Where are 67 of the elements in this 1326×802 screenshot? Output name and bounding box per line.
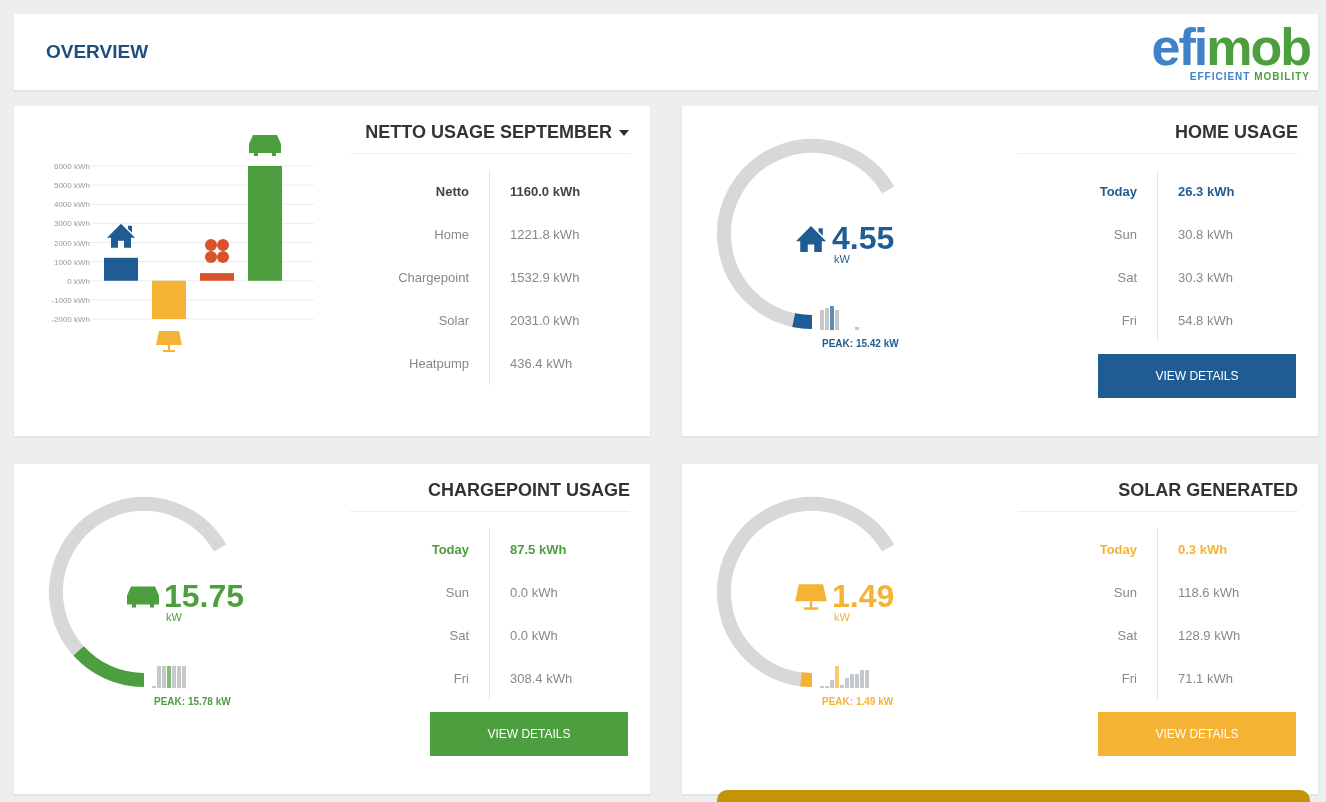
row-value: 118.6 kWh <box>1177 585 1240 600</box>
house-icon <box>107 223 135 248</box>
row-value: 71.1 kWh <box>1177 671 1233 686</box>
axis-label: 4000 kWh <box>53 200 90 210</box>
row-label: Solar <box>390 299 490 342</box>
unit-label: kW <box>834 611 850 623</box>
peak-label: PEAK: 15.42 kW <box>822 338 899 349</box>
card-title: HOME USAGE <box>1175 122 1298 143</box>
row-value: 0.0 kWh <box>509 585 558 600</box>
row-label: Sat <box>390 614 490 657</box>
row-label: Fri <box>1058 299 1158 342</box>
view-details-button[interactable]: VIEW DETAILS <box>430 712 628 756</box>
solar-panel-icon <box>156 331 182 352</box>
row-label: Today <box>1058 528 1158 571</box>
row-label: Home <box>390 213 490 256</box>
row-value: 30.8 kWh <box>1177 227 1233 242</box>
row-label: Heatpump <box>390 342 490 385</box>
view-details-button[interactable]: VIEW DETAILS <box>1098 354 1296 398</box>
power-reading: 4.55 <box>832 220 895 256</box>
row-label: Fri <box>390 657 490 700</box>
axis-label: -1000 kWh <box>51 295 90 305</box>
page-title: OVERVIEW <box>46 41 149 63</box>
row-value: 1532.9 kWh <box>509 270 580 285</box>
card-title: CHARGEPOINT USAGE <box>427 480 630 501</box>
row-label: Sat <box>1058 614 1158 657</box>
row-value: 87.5 kWh <box>509 542 567 557</box>
row-value: 308.4 kWh <box>509 671 573 686</box>
view-details-button[interactable]: VIEW DETAILS <box>1098 712 1296 756</box>
logo: efimob EFFICIENT MOBILITY <box>1151 22 1310 82</box>
row-value: 0.3 kWh <box>1177 542 1228 557</box>
row-label: Today <box>390 528 490 571</box>
row-label: Fri <box>1058 657 1158 700</box>
row-value: 436.4 kWh <box>509 356 573 371</box>
row-label: Sat <box>1058 256 1158 299</box>
row-label: Sun <box>390 571 490 614</box>
axis-label: 3000 kWh <box>53 219 90 229</box>
row-value: 0.0 kWh <box>509 628 558 643</box>
axis-label: -2000 kWh <box>51 315 90 324</box>
row-label: Chargepoint <box>390 256 490 299</box>
row-value: 26.3 kWh <box>1177 184 1235 199</box>
row-value: 1160.0 kWh <box>509 184 581 199</box>
row-value: 2031.0 kWh <box>509 313 580 328</box>
card-title: NETTO USAGE SEPTEMBER <box>365 122 612 143</box>
power-reading: 1.49 <box>832 578 895 614</box>
solar-panel-icon <box>794 581 828 612</box>
row-label: Sun <box>1058 213 1158 256</box>
row-value: 54.8 kWh <box>1177 313 1233 328</box>
axis-label: 0 kWh <box>67 276 90 286</box>
row-value: 30.3 kWh <box>1177 270 1233 285</box>
row-value: 128.9 kWh <box>1177 628 1241 643</box>
peak-label: PEAK: 15.78 kW <box>154 696 231 707</box>
row-label: Today <box>1058 170 1158 213</box>
axis-label: 5000 kWh <box>53 181 90 191</box>
unit-label: kW <box>166 611 182 623</box>
row-label: Sun <box>1058 571 1158 614</box>
row-label: Netto <box>390 170 490 213</box>
row-value: 1221.8 kWh <box>509 227 580 242</box>
unit-label: kW <box>834 253 850 265</box>
axis-label: 2000 kWh <box>53 238 90 248</box>
card-title: SOLAR GENERATED <box>1118 480 1298 501</box>
axis-label: 6000 kWh <box>53 162 90 171</box>
axis-label: 1000 kWh <box>53 257 90 267</box>
power-reading: 15.75 <box>164 578 245 614</box>
caret-icon[interactable] <box>618 128 630 137</box>
house-icon <box>794 224 828 253</box>
peak-label: PEAK: 1.49 kW <box>822 696 894 707</box>
car-icon <box>249 135 281 156</box>
